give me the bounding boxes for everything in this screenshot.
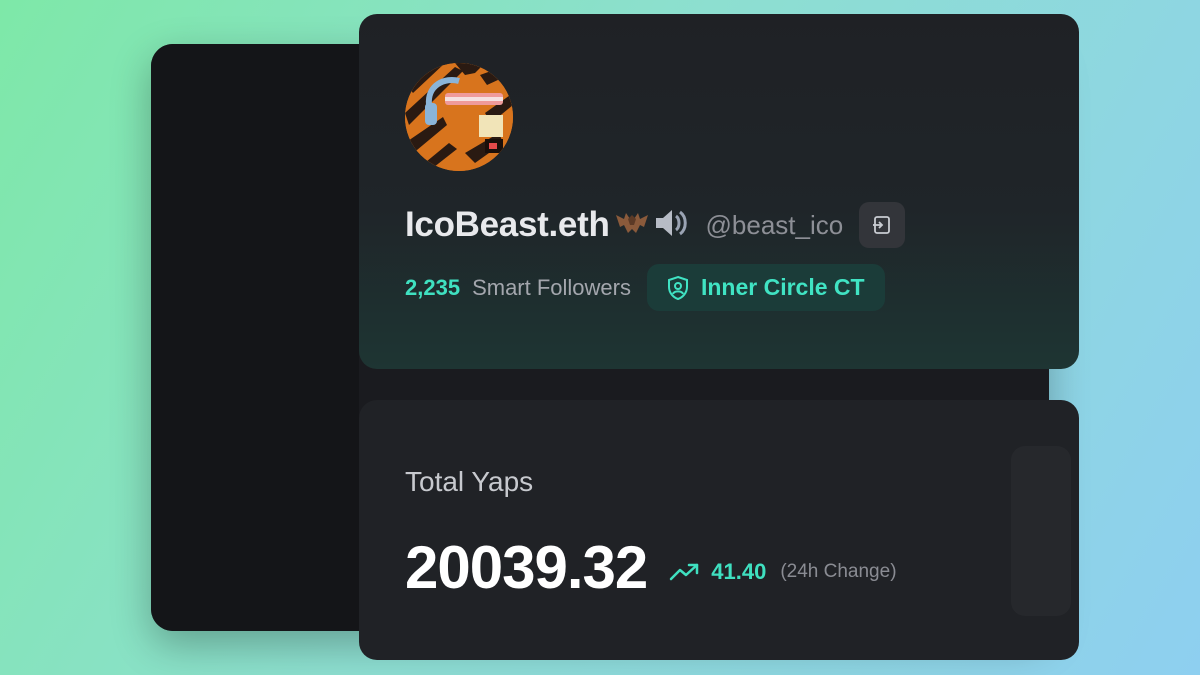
- profile-name-row: IcoBeast.eth @beast_ico: [405, 202, 906, 248]
- display-name: IcoBeast.eth: [405, 205, 610, 244]
- sidebar: [151, 44, 359, 631]
- user-handle[interactable]: @beast_ico: [706, 210, 844, 241]
- tiger-avatar-image: [405, 63, 513, 171]
- total-yaps-card: [359, 400, 1079, 660]
- logout-button[interactable]: [859, 202, 906, 248]
- logout-icon: [873, 216, 891, 234]
- bat-icon: [614, 205, 650, 246]
- yaps-change: 41.40 (24h Change): [669, 559, 897, 585]
- name-emoji-icons: [614, 205, 690, 246]
- shield-user-icon: [667, 275, 688, 300]
- total-yaps-title: Total Yaps: [405, 466, 534, 497]
- yaps-change-value: 41.40: [711, 559, 767, 584]
- inner-circle-badge[interactable]: Inner Circle CT: [646, 264, 885, 311]
- smart-followers-label: Smart Followers: [472, 274, 631, 300]
- speaker-icon: [652, 205, 690, 246]
- badge-label: Inner Circle CT: [700, 274, 865, 300]
- trending-up-icon: [670, 563, 699, 581]
- yaps-change-label: (24h Change): [780, 561, 897, 582]
- avatar[interactable]: [405, 63, 513, 171]
- total-yaps-value: 20039.32: [405, 533, 648, 601]
- followers-row: 2,235 Smart Followers Inner Circle CT: [405, 264, 885, 311]
- total-yaps-row: 20039.32 41.40 (24h Change): [405, 532, 897, 602]
- side-panel: [1011, 446, 1071, 616]
- smart-followers-count: 2,235: [405, 274, 461, 300]
